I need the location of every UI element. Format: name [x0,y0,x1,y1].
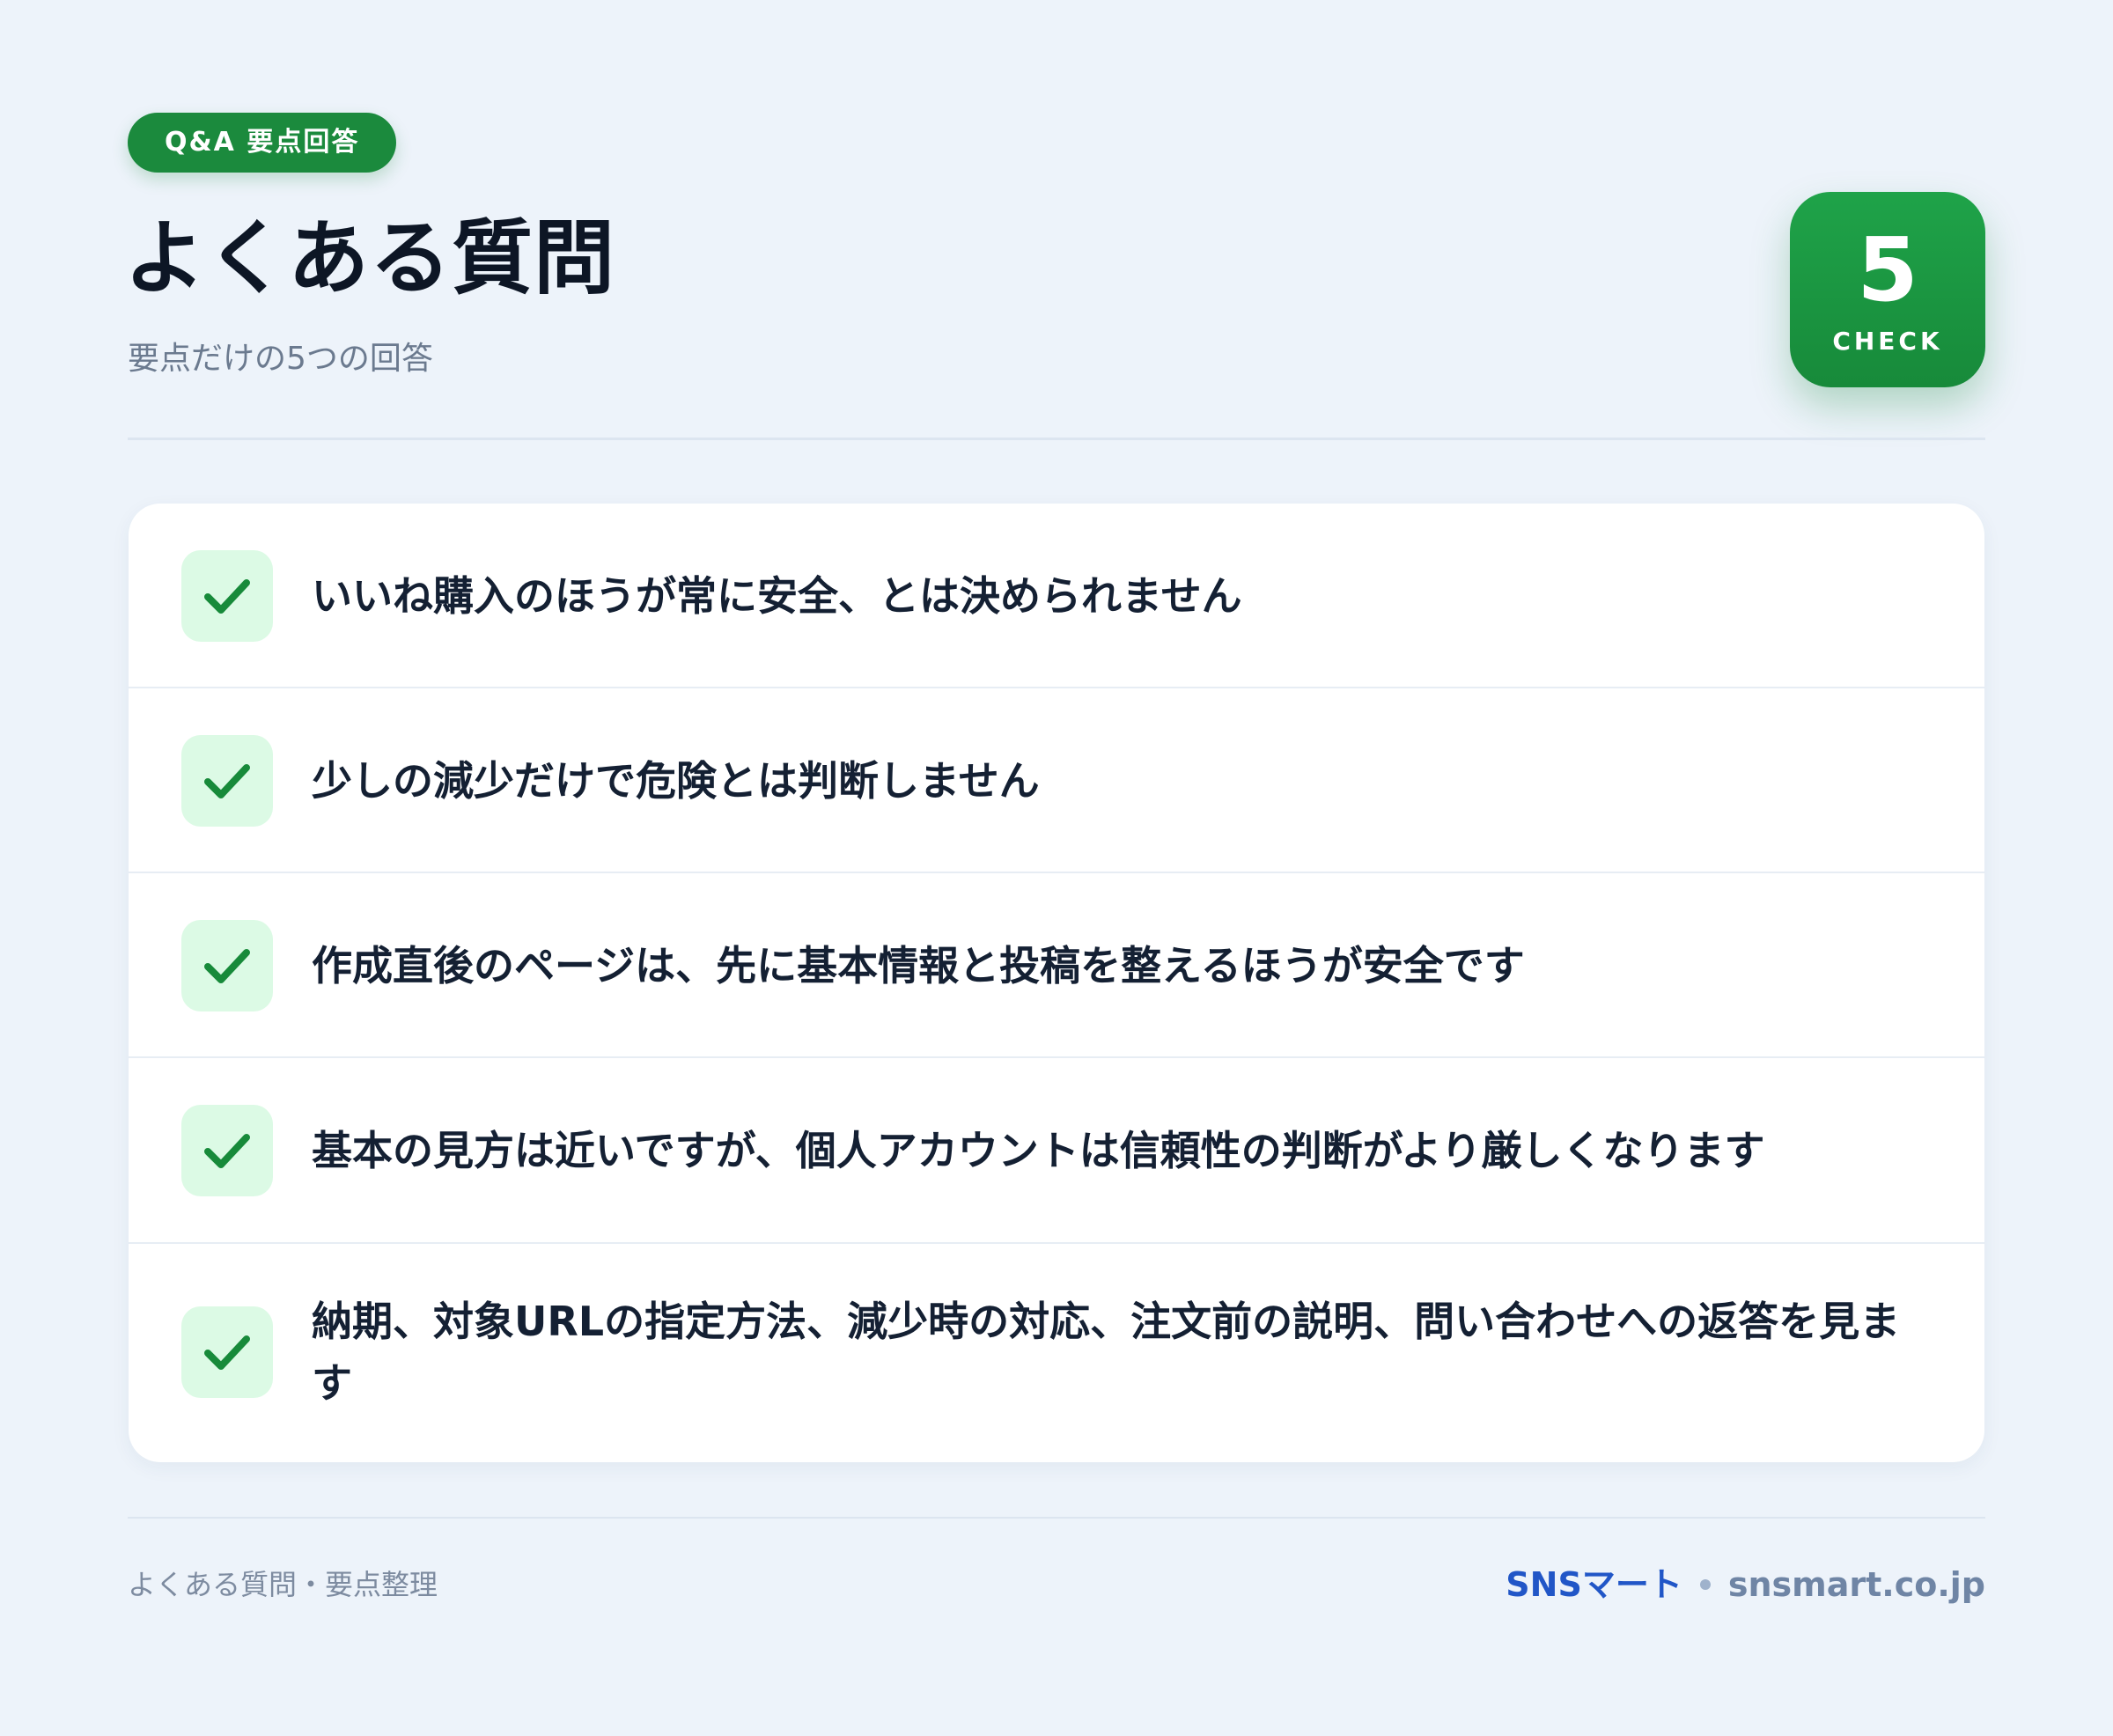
faq-card: いいね購入のほうが常に安全、とは決められません 少しの減少だけで危険とは判断しま… [129,504,1984,1462]
footer-divider [128,1517,1985,1519]
faq-item-text: 少しの減少だけで危険とは判断しません [312,757,1040,805]
faq-page: Q&A 要点回答 よくある質問 要点だけの5つの回答 5 CHECK いいね購入… [124,0,1985,1736]
faq-item: 少しの減少だけで危険とは判断しません [129,688,1984,873]
check-count-badge: 5 CHECK [1790,192,1985,387]
faq-item-text: 納期、対象URLの指定方法、減少時の対応、注文前の説明、問い合わせへの返答を見ま… [312,1298,1901,1407]
faq-item-text: 基本の見方は近いですが、個人アカウントは信頼性の判断がより厳しくなります [312,1127,1765,1174]
check-count-label: CHECK [1832,327,1943,356]
separator-dot [1699,1578,1711,1590]
faq-item-text: いいね購入のほうが常に安全、とは決められません [312,572,1242,620]
faq-item: 納期、対象URLの指定方法、減少時の対応、注文前の説明、問い合わせへの返答を見ま… [129,1244,1984,1462]
check-icon [181,735,273,827]
faq-item-text: 作成直後のページは、先に基本情報と投稿を整えるほうが安全です [312,942,1525,989]
check-icon [181,1306,273,1398]
check-icon [181,1105,273,1196]
page-title: よくある質問 [124,211,616,305]
header-divider [128,438,1985,440]
page-subtitle: 要点だけの5つの回答 [128,341,433,377]
faq-item: いいね購入のほうが常に安全、とは決められません [129,504,1984,688]
site-domain: snsmart.co.jp [1727,1565,1985,1604]
brand-name: SNSマート [1506,1565,1682,1604]
check-icon [181,920,273,1011]
faq-item: 基本の見方は近いですが、個人アカウントは信頼性の判断がより厳しくなります [129,1058,1984,1244]
faq-item: 作成直後のページは、先に基本情報と投稿を整えるほうが安全です [129,873,1984,1058]
check-icon [181,550,273,642]
footer-caption: よくある質問・要点整理 [128,1568,438,1601]
footer-brand-block: SNSマート snsmart.co.jp [1506,1563,1985,1606]
qa-category-pill: Q&A 要点回答 [128,113,397,173]
check-count-number: 5 [1857,218,1918,321]
